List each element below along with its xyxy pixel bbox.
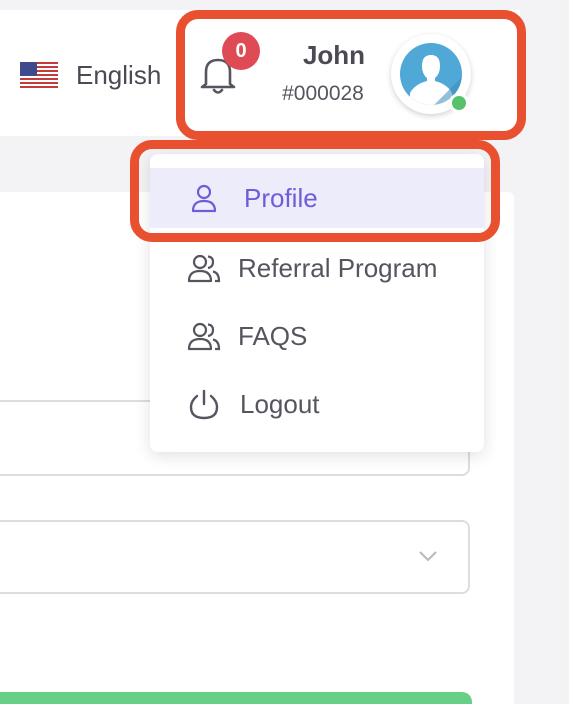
menu-item-profile[interactable]: Profile: [150, 168, 484, 228]
power-icon: [186, 386, 222, 422]
menu-item-referral-program[interactable]: Referral Program: [150, 238, 484, 298]
language-selector[interactable]: English: [20, 58, 161, 92]
menu-item-faqs[interactable]: FAQS: [150, 306, 484, 366]
notification-badge: 0: [222, 32, 260, 70]
chevron-down-icon: [419, 551, 437, 562]
user-dropdown-menu: Profile Referral Program FAQS Logout: [150, 154, 484, 452]
user-id: #000028: [282, 82, 364, 105]
submit-button[interactable]: [0, 692, 472, 704]
us-flag-icon: [20, 62, 58, 88]
menu-item-label: Logout: [240, 388, 320, 419]
select-field[interactable]: [0, 520, 470, 594]
users-icon: [186, 250, 222, 286]
menu-item-label: Referral Program: [238, 252, 438, 283]
menu-item-label: FAQS: [238, 320, 308, 351]
page: English 0 John #000028 Profile Referral …: [0, 0, 569, 704]
user-icon: [186, 180, 222, 216]
users-icon: [186, 318, 222, 354]
menu-item-logout[interactable]: Logout: [150, 374, 484, 434]
menu-item-label: Profile: [244, 182, 318, 213]
user-name: John: [302, 40, 366, 70]
language-label: English: [76, 59, 162, 90]
online-status-dot: [449, 93, 469, 113]
